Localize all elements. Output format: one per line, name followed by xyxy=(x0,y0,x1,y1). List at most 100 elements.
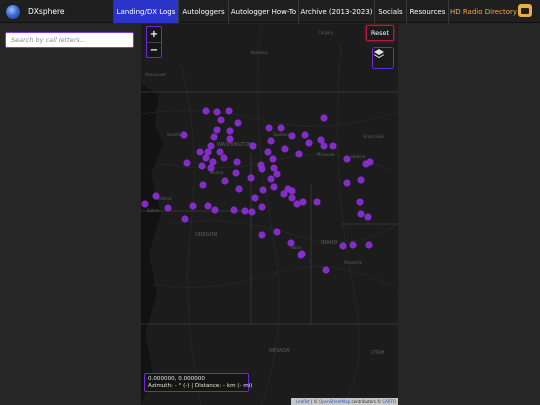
station-marker[interactable] xyxy=(251,194,259,202)
station-marker[interactable] xyxy=(329,142,337,150)
leaflet-link[interactable]: Leaflet xyxy=(296,399,310,404)
station-marker[interactable] xyxy=(213,126,221,134)
station-marker[interactable] xyxy=(267,137,275,145)
station-marker[interactable] xyxy=(313,198,321,206)
layers-icon xyxy=(373,49,385,59)
station-marker[interactable] xyxy=(265,124,273,132)
station-marker[interactable] xyxy=(357,210,365,218)
station-marker[interactable] xyxy=(349,241,357,249)
station-marker[interactable] xyxy=(273,170,281,178)
station-marker[interactable] xyxy=(305,139,313,147)
station-marker[interactable] xyxy=(202,154,210,162)
station-marker[interactable] xyxy=(288,187,296,195)
station-marker[interactable] xyxy=(180,131,188,139)
station-marker[interactable] xyxy=(232,169,240,177)
station-marker[interactable] xyxy=(277,124,285,132)
layers-button[interactable] xyxy=(372,47,394,69)
station-marker[interactable] xyxy=(226,135,234,143)
station-marker[interactable] xyxy=(343,179,351,187)
nav-autologgers[interactable]: Autologgers xyxy=(178,0,228,23)
station-marker[interactable] xyxy=(280,190,288,198)
station-marker[interactable] xyxy=(343,155,351,163)
osm-link[interactable]: OpenStreetMap xyxy=(319,399,350,404)
station-marker[interactable] xyxy=(299,198,307,206)
station-marker[interactable] xyxy=(339,242,347,250)
station-marker[interactable] xyxy=(247,174,255,182)
station-marker[interactable] xyxy=(301,131,309,139)
nav-autologger-how-to[interactable]: Autologger How-To xyxy=(228,0,298,23)
reset-button[interactable]: Reset xyxy=(366,25,394,41)
station-marker[interactable] xyxy=(221,177,229,185)
station-marker[interactable] xyxy=(356,198,364,206)
search-input[interactable] xyxy=(5,32,134,48)
station-marker[interactable] xyxy=(273,228,281,236)
station-marker[interactable] xyxy=(235,185,243,193)
nav-hd-radio-directory[interactable]: HD Radio Directory xyxy=(448,0,518,23)
station-marker[interactable] xyxy=(320,114,328,122)
brand[interactable]: DXsphere xyxy=(6,4,64,19)
station-marker[interactable] xyxy=(267,175,275,183)
station-marker[interactable] xyxy=(364,213,372,221)
station-marker[interactable] xyxy=(365,241,373,249)
station-marker[interactable] xyxy=(202,107,210,115)
zoom-out-button[interactable]: − xyxy=(147,42,161,57)
station-marker[interactable] xyxy=(152,192,160,200)
station-marker[interactable] xyxy=(183,159,191,167)
station-marker[interactable] xyxy=(248,208,256,216)
top-navbar: DXsphere Landing/DX Logs Autologgers Aut… xyxy=(0,0,540,23)
station-marker[interactable] xyxy=(230,206,238,214)
station-marker[interactable] xyxy=(164,204,172,212)
station-marker[interactable] xyxy=(217,116,225,124)
station-marker[interactable] xyxy=(196,148,204,156)
station-marker[interactable] xyxy=(241,207,249,215)
station-marker[interactable] xyxy=(357,176,365,184)
station-marker[interactable] xyxy=(258,231,266,239)
station-marker[interactable] xyxy=(320,142,328,150)
station-marker[interactable] xyxy=(287,239,295,247)
station-marker[interactable] xyxy=(233,158,241,166)
map-label-washington: WASHINGTON xyxy=(217,142,252,148)
station-marker[interactable] xyxy=(207,164,215,172)
station-marker[interactable] xyxy=(264,148,272,156)
map-label-idaho: IDAHO xyxy=(321,240,337,246)
station-marker[interactable] xyxy=(234,119,242,127)
station-marker[interactable] xyxy=(269,155,277,163)
station-marker[interactable] xyxy=(198,162,206,170)
nav-archive[interactable]: Archive (2013-2023) xyxy=(298,0,374,23)
station-marker[interactable] xyxy=(220,154,228,162)
map-view[interactable]: WASHINGTON OREGON IDAHO NEVADA UTAH Seat… xyxy=(141,24,398,405)
station-marker[interactable] xyxy=(226,127,234,135)
station-marker[interactable] xyxy=(189,202,197,210)
coordinates-panel: 0.000000, 0.000000 Azimuth: - ° (-) | Di… xyxy=(144,373,252,392)
station-marker[interactable] xyxy=(204,202,212,210)
map-label-kelowna: Kelowna xyxy=(251,50,268,55)
station-marker[interactable] xyxy=(258,203,266,211)
station-marker[interactable] xyxy=(259,186,267,194)
station-marker[interactable] xyxy=(322,266,330,274)
station-marker[interactable] xyxy=(288,132,296,140)
carto-link[interactable]: CARTO xyxy=(382,399,396,404)
station-marker[interactable] xyxy=(298,250,306,258)
station-marker[interactable] xyxy=(181,215,189,223)
map-label-helena: Helena xyxy=(351,154,366,159)
station-marker[interactable] xyxy=(258,165,266,173)
station-marker[interactable] xyxy=(270,183,278,191)
station-marker[interactable] xyxy=(216,148,224,156)
station-marker[interactable] xyxy=(210,133,218,141)
station-marker[interactable] xyxy=(211,206,219,214)
nav-landing-dx-logs[interactable]: Landing/DX Logs xyxy=(113,0,178,23)
station-marker[interactable] xyxy=(249,142,257,150)
map-label-calgary: Calgary xyxy=(318,30,334,35)
station-marker[interactable] xyxy=(199,181,207,189)
radio-icon[interactable] xyxy=(518,4,532,17)
station-marker[interactable] xyxy=(366,158,374,166)
station-marker[interactable] xyxy=(295,150,303,158)
station-marker[interactable] xyxy=(288,194,296,202)
station-marker[interactable] xyxy=(141,200,149,208)
nav-socials[interactable]: Socials xyxy=(374,0,406,23)
station-marker[interactable] xyxy=(213,108,221,116)
nav-resources[interactable]: Resources xyxy=(406,0,448,23)
zoom-in-button[interactable]: + xyxy=(147,27,161,42)
station-marker[interactable] xyxy=(281,145,289,153)
station-marker[interactable] xyxy=(225,107,233,115)
